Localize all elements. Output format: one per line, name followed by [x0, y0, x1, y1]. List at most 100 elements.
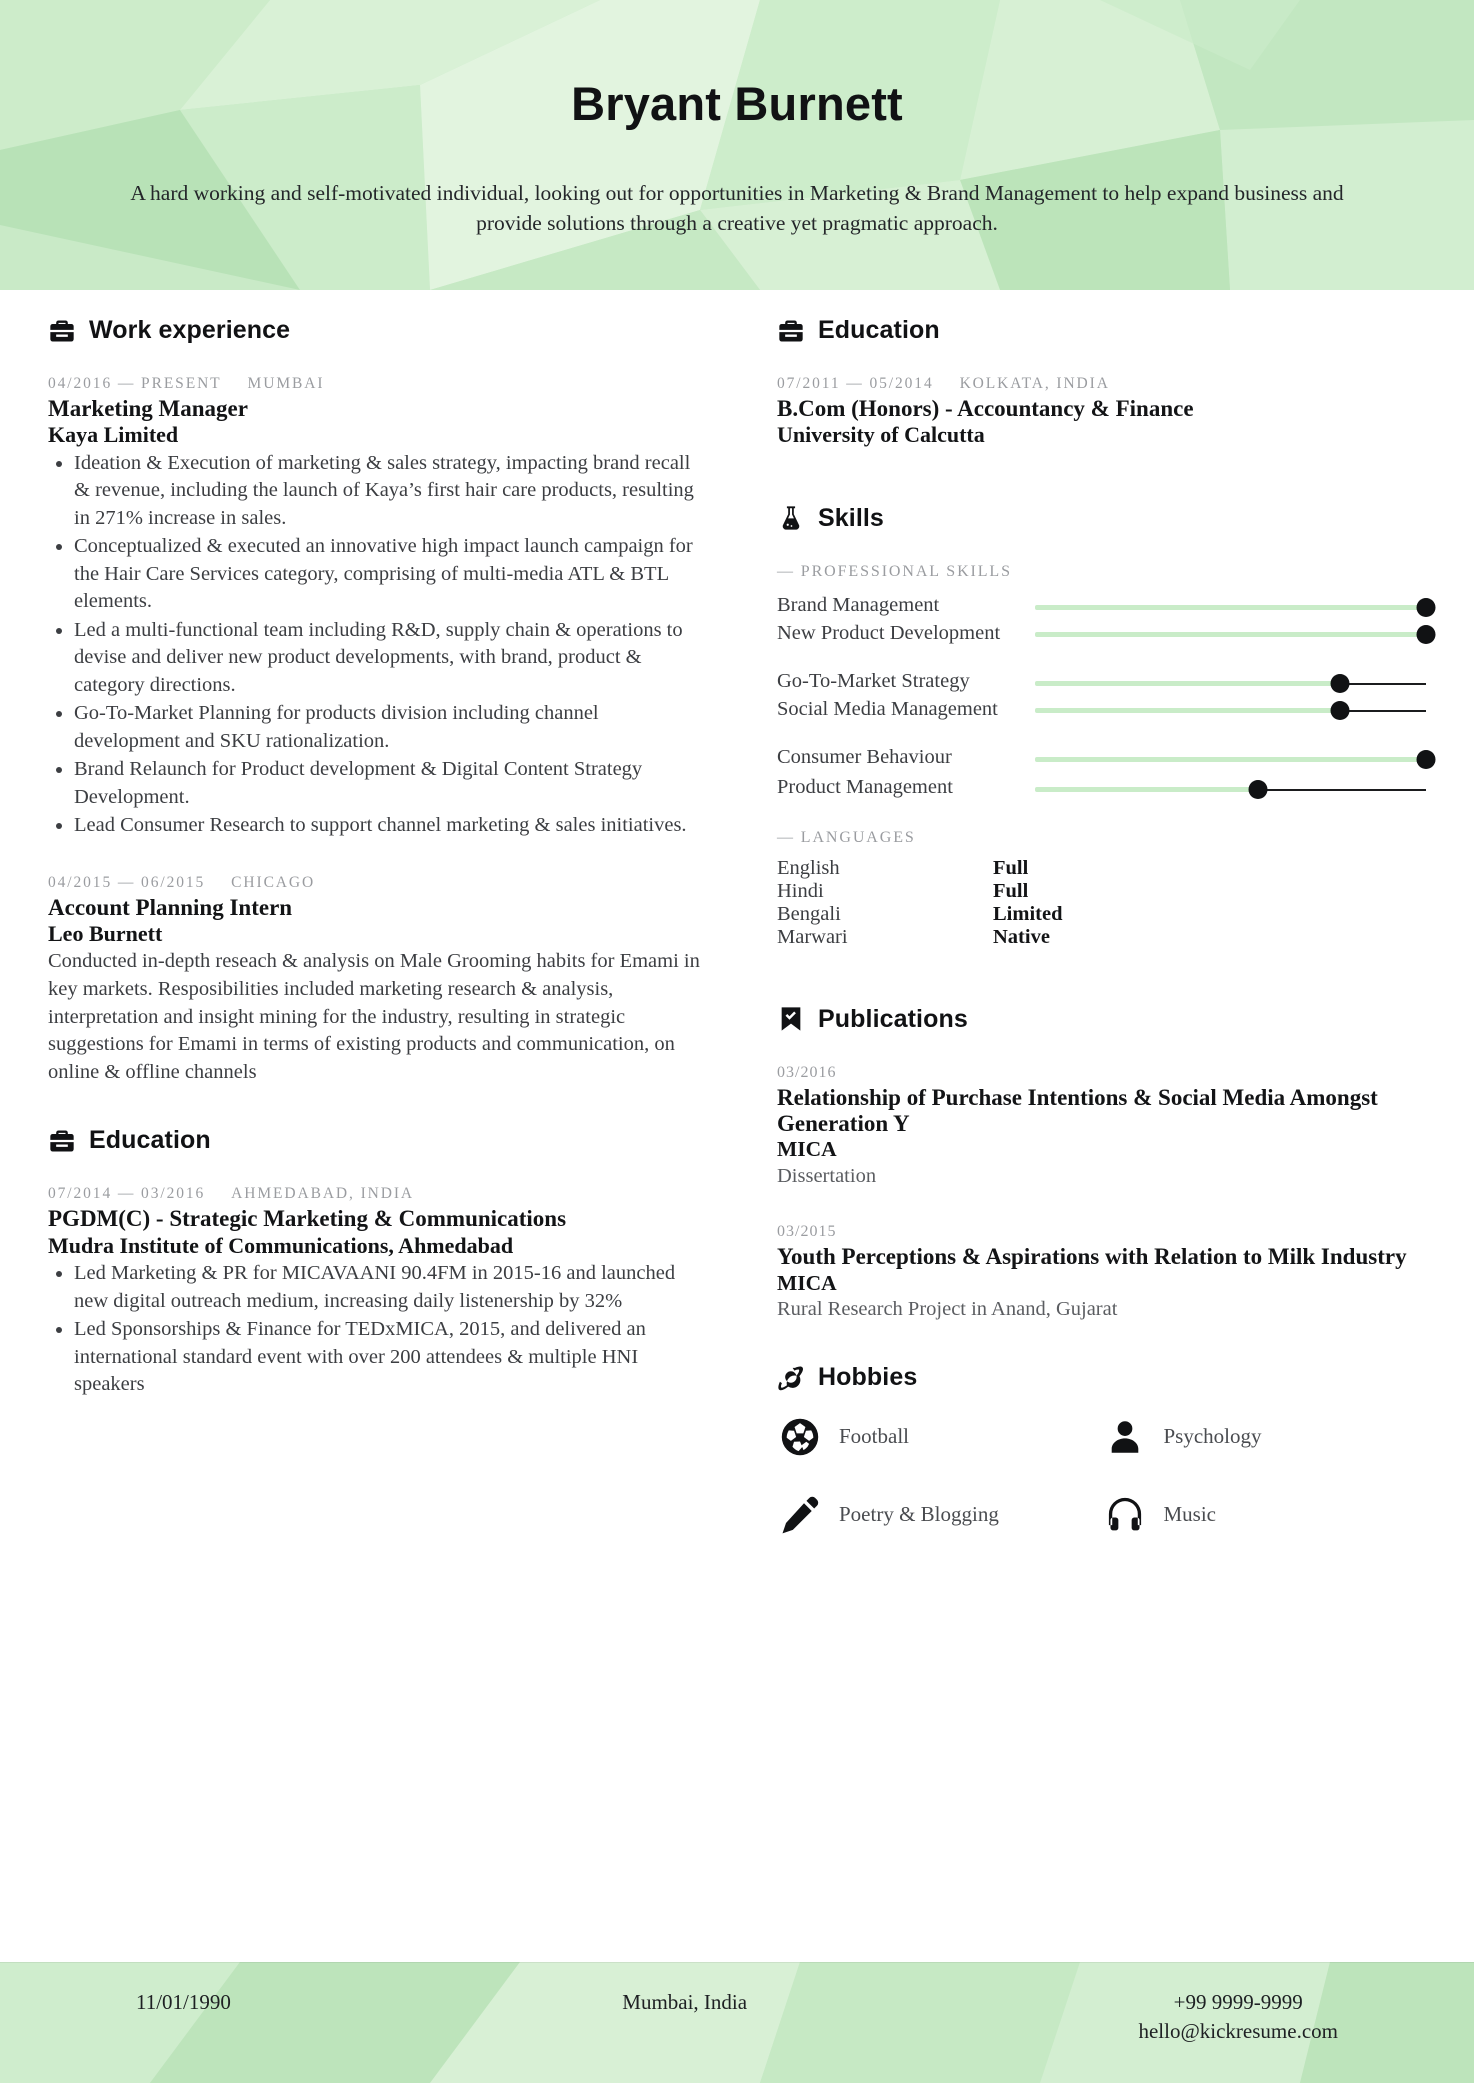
skill-slider-knob[interactable]: [1416, 749, 1436, 769]
bullet-item: Led Sponsorships & Finance for TEDxMICA,…: [74, 1316, 707, 1398]
skill-slider-knob[interactable]: [1416, 597, 1436, 617]
skill-row: Consumer Behaviour: [777, 743, 1436, 773]
education-entry-meta: 07/2011 — 05/2014 KOLKATA, INDIA: [777, 375, 1426, 393]
publication-title: Youth Perceptions & Aspirations with Rel…: [777, 1244, 1407, 1270]
hobby-item: Music: [1102, 1492, 1427, 1538]
skill-track-filled: [1035, 604, 1426, 610]
hobby-label: Psychology: [1163, 1424, 1262, 1449]
education-entry-school: Mudra Institute of Communications, Ahmed…: [48, 1232, 514, 1258]
hobby-item: Football: [777, 1414, 1102, 1460]
bullet-item: Brand Relaunch for Product development &…: [74, 756, 707, 811]
pencil-icon: [777, 1492, 823, 1538]
skill-level-slider[interactable]: [1035, 697, 1426, 721]
language-row: English Full: [777, 857, 1426, 880]
section-title: Education: [818, 316, 940, 344]
education-entry-degree: PGDM(C) - Strategic Marketing & Communic…: [48, 1206, 567, 1232]
publication-entry: 03/2016 Relationship of Purchase Intenti…: [777, 1064, 1426, 1189]
skill-slider-knob[interactable]: [1416, 624, 1436, 644]
skill-level-slider[interactable]: [1035, 621, 1436, 645]
skill-name: Product Management: [777, 776, 953, 799]
skill-track-filled: [1035, 786, 1258, 792]
footer-birthdate: 11/01/1990: [136, 1990, 231, 2014]
skill-name: Brand Management: [777, 594, 940, 617]
publication-date: 03/2016: [777, 1063, 837, 1081]
section-title: Work experience: [89, 316, 291, 344]
work-entry: 04/2015 — 06/2015 CHICAGO Account Plannin…: [48, 874, 707, 1087]
footer-phone: +99 9999-9999: [1173, 1990, 1303, 2014]
skill-level-slider[interactable]: [1035, 670, 1426, 694]
skill-row: Go-To-Market Strategy: [777, 667, 1426, 697]
skill-track-filled: [1035, 756, 1426, 762]
bullet-item: Led Marketing & PR for MICAVAANI 90.4FM …: [74, 1260, 707, 1315]
publication-note: Dissertation: [777, 1164, 877, 1187]
education-entry-school: University of Calcutta: [777, 422, 985, 448]
hobby-label: Poetry & Blogging: [839, 1502, 999, 1527]
professional-skills-list: Brand Management New Product Development…: [777, 591, 1436, 803]
skill-name: Consumer Behaviour: [777, 746, 952, 769]
briefcase-icon: [777, 317, 805, 345]
skill-row: Product Management: [777, 773, 1426, 803]
work-entry-dates: 04/2016 — PRESENT: [48, 375, 222, 392]
left-column: Work experience 04/2016 — PRESENT MUMBAI …: [48, 316, 747, 1962]
skill-level-slider[interactable]: [1035, 746, 1436, 770]
languages-label: — LANGUAGES: [777, 828, 916, 846]
section-publications-header: Publications: [777, 1005, 1426, 1034]
headphones-icon: [1102, 1492, 1148, 1538]
work-entry-location: CHICAGO: [231, 873, 316, 891]
skill-name: Social Media Management: [777, 697, 998, 720]
work-entry-bullets: Ideation & Execution of marketing & sale…: [48, 450, 707, 840]
education-entry-location: KOLKATA, INDIA: [959, 375, 1110, 392]
section-education-left-header: Education: [48, 1126, 707, 1155]
skill-slider-knob[interactable]: [1330, 673, 1350, 693]
publication-title: Relationship of Purchase Intentions & So…: [777, 1084, 1378, 1137]
flask-icon: [777, 504, 805, 532]
language-row: Marwari Native: [777, 926, 1426, 949]
skill-slider-knob[interactable]: [1330, 700, 1350, 720]
education-entry-dates: 07/2014 — 03/2016: [48, 1185, 206, 1203]
education-entry: 07/2011 — 05/2014 KOLKATA, INDIA B.Com (H…: [777, 375, 1426, 448]
language-row: Bengali Limited: [777, 903, 1426, 926]
skill-level-slider[interactable]: [1035, 776, 1426, 800]
hobby-label: Football: [839, 1424, 910, 1449]
briefcase-icon: [48, 1127, 76, 1155]
footer-location: Mumbai, India: [622, 1990, 748, 2014]
skill-level-slider[interactable]: [1035, 594, 1436, 618]
publication-org: MICA: [777, 1137, 837, 1162]
skill-row: Social Media Management: [777, 697, 1426, 743]
section-title: Publications: [818, 1004, 968, 1033]
skill-track-remainder: [1257, 788, 1426, 791]
football-icon: [777, 1414, 823, 1460]
publication-date: 03/2015: [777, 1223, 837, 1241]
section-work-experience-header: Work experience: [48, 316, 707, 345]
skill-slider-knob[interactable]: [1248, 779, 1268, 799]
section-education-right-header: Education: [777, 316, 1426, 345]
skill-track-remainder: [1339, 709, 1426, 712]
skill-track-remainder: [1339, 682, 1426, 685]
education-entry-location: AHMEDABAD, INDIA: [231, 1185, 414, 1203]
footer-email[interactable]: hello@kickresume.com: [1138, 2019, 1338, 2044]
section-title: Hobbies: [818, 1362, 918, 1391]
skill-track-filled: [1035, 631, 1426, 637]
skill-name: Go-To-Market Strategy: [777, 670, 970, 693]
languages-list: English Full Hindi Full Bengali Limited …: [777, 857, 1426, 949]
publication-org: MICA: [777, 1270, 837, 1295]
education-entry-dates: 07/2011 — 05/2014: [777, 375, 934, 392]
language-level: Full: [993, 856, 1029, 879]
work-entry-org: Kaya Limited: [48, 422, 179, 448]
resume-body: Work experience 04/2016 — PRESENT MUMBAI …: [0, 290, 1474, 1962]
skill-row: New Product Development: [777, 621, 1436, 667]
education-entry-degree: B.Com (Honors) - Accountancy & Finance: [777, 396, 1194, 421]
work-entry-meta: 04/2015 — 06/2015 CHICAGO: [48, 874, 707, 892]
language-level: Limited: [993, 902, 1063, 925]
work-entry-location: MUMBAI: [247, 375, 325, 392]
work-entry-meta: 04/2016 — PRESENT MUMBAI: [48, 375, 707, 393]
work-entry-role: Account Planning Intern: [48, 894, 293, 920]
planet-icon: [777, 1363, 805, 1391]
section-skills-header: Skills: [777, 504, 1426, 533]
hobbies-list: Football Psychology Poetry & Blogging Mu…: [777, 1414, 1426, 1570]
publication-entry: 03/2015 Youth Perceptions & Aspirations …: [777, 1223, 1426, 1322]
publication-note: Rural Research Project in Anand, Gujarat: [777, 1297, 1118, 1320]
skill-row: Brand Management: [777, 591, 1436, 621]
education-entry-meta: 07/2014 — 03/2016 AHMEDABAD, INDIA: [48, 1185, 707, 1203]
skill-track-filled: [1035, 680, 1340, 686]
